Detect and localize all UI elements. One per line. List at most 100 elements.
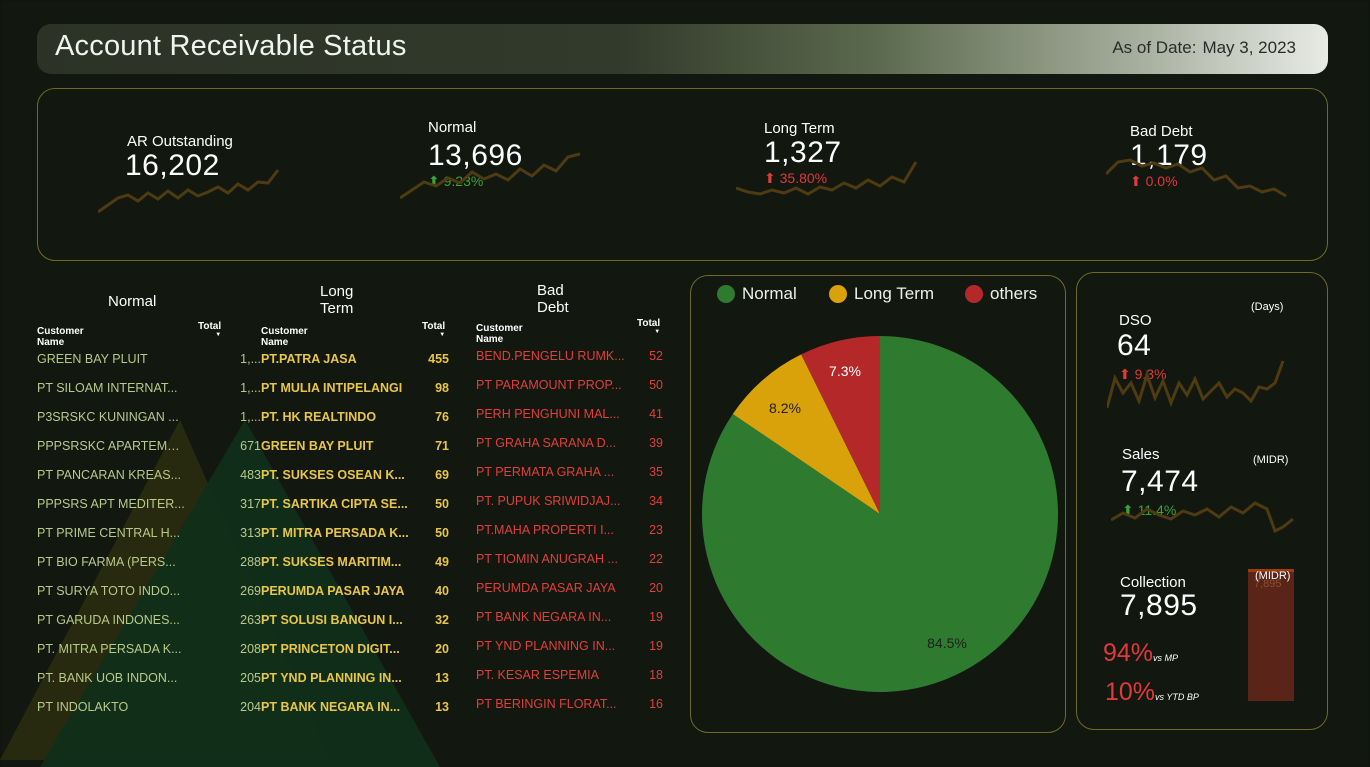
total-cell: 98 [435,381,449,395]
table-row[interactable]: PT PANCARAN KREAS... 483 [37,468,261,488]
sort-desc-icon[interactable]: ▼ [422,332,445,338]
pie-data-label: 7.3% [829,363,861,379]
total-cell: 13 [435,671,449,685]
customer-name-cell: PT SOLUSI BANGUN I... [261,613,403,627]
table-row[interactable]: PT PARAMOUNT PROP... 50 [476,378,663,398]
table-row[interactable]: PT PERMATA GRAHA ... 35 [476,465,663,485]
sort-desc-icon[interactable]: ▼ [637,329,660,335]
kpi-label: Long Term [764,120,835,137]
table-row[interactable]: PT SOLUSI BANGUN I... 32 [261,613,449,633]
table-row[interactable]: PT BIO FARMA (PERS... 288 [37,555,261,575]
kpi-ar-sparkline [98,169,280,214]
customer-name-cell: PT GARUDA INDONES... [37,613,180,627]
table-row[interactable]: GREEN BAY PLUIT 1,... [37,352,261,372]
table-row[interactable]: PPPSRSKC APARTEME... 671 [37,439,261,459]
customer-name-cell: PT SURYA TOTO INDO... [37,584,181,598]
table-row[interactable]: PERUMDA PASAR JAYA 40 [261,584,449,604]
dso-label: DSO [1119,312,1152,329]
kpi-bad-debt-sparkline [1106,158,1287,198]
customer-name-cell: PERH PENGHUNI MAL... [476,407,620,421]
table-row[interactable]: PT INDOLAKTO 204 [37,700,261,720]
customer-name-cell: PT GRAHA SARANA D... [476,436,617,450]
table-row[interactable]: PT. MITRA PERSADA K... 208 [37,642,261,662]
pie-chart: 84.5% 8.2% 7.3% [702,336,1058,692]
pie-panel: Normal Long Term others 84.5% 8.2% 7.3% [690,275,1066,733]
total-cell: 52 [649,349,663,363]
customer-name-cell: PPPSRS APT MEDITER... [37,497,185,511]
column-header-total-label: Total [422,321,446,332]
table-row[interactable]: PT GARUDA INDONES... 263 [37,613,261,633]
customer-name-cell: PT. SARTIKA CIPTA SE... [261,497,408,511]
customer-name-cell: PT. MITRA PERSADA K... [37,642,182,656]
customer-name-cell: PT. HK REALTINDO [261,410,377,424]
column-header-total[interactable]: Total ▼ [198,321,221,338]
customer-name-cell: PERUMDA PASAR JAYA [476,581,616,595]
table-row[interactable]: PT SILOAM INTERNAT... 1,... [37,381,261,401]
table-row[interactable]: PT. KESAR ESPEMIA 18 [476,668,663,688]
total-cell: 18 [649,668,663,682]
table-row[interactable]: PPPSRS APT MEDITER... 317 [37,497,261,517]
table-row[interactable]: PT. SARTIKA CIPTA SE... 50 [261,497,449,517]
table-row[interactable]: PT SURYA TOTO INDO... 269 [37,584,261,604]
customer-name-cell: PT PRIME CENTRAL H... [37,526,181,540]
table-row[interactable]: PT BANK NEGARA IN... 13 [261,700,449,720]
table-row[interactable]: PT YND PLANNING IN... 13 [261,671,449,691]
customer-name-cell: PT. SUKSES MARITIM... [261,555,402,569]
table-row[interactable]: PT. SUKSES MARITIM... 49 [261,555,449,575]
table-row[interactable]: PT. HK REALTINDO 76 [261,410,449,430]
total-cell: 313 [240,526,261,540]
table-row[interactable]: PERUMDA PASAR JAYA 20 [476,581,663,601]
table-row[interactable]: PT GRAHA SARANA D... 39 [476,436,663,456]
customer-name-cell: PT PERMATA GRAHA ... [476,465,615,479]
customer-name-cell: GREEN BAY PLUIT [37,352,148,366]
collection-value: 7,895 [1120,589,1198,622]
collection-bar[interactable]: 7,895 [1248,569,1294,701]
total-cell: 1,... [240,352,261,366]
table-row[interactable]: P3SRSKC KUNINGAN ... 1,... [37,410,261,430]
table-row[interactable]: PT YND PLANNING IN... 19 [476,639,663,659]
table-row[interactable]: PT. BANK UOB INDON... 205 [37,671,261,691]
column-header-customer-name[interactable]: Customer Name [37,326,84,348]
table-row[interactable]: PT. PUPUK SRIWIDJAJ... 34 [476,494,663,514]
total-cell: 32 [435,613,449,627]
total-cell: 1,... [240,410,261,424]
table-title: Long Term [320,283,354,317]
table-row[interactable]: GREEN BAY PLUIT 71 [261,439,449,459]
table-row[interactable]: PT BANK NEGARA IN... 19 [476,610,663,630]
table-row[interactable]: PT PRIME CENTRAL H... 313 [37,526,261,546]
table-title: Bad Debt [537,282,569,316]
total-cell: 263 [240,613,261,627]
total-cell: 671 [240,439,261,453]
column-header-total[interactable]: Total ▼ [422,321,445,338]
total-cell: 22 [649,552,663,566]
table-row[interactable]: PT. SUKSES OSEAN K... 69 [261,468,449,488]
column-header-customer-name[interactable]: Customer Name [476,323,523,345]
column-header-total-label: Total [637,318,661,329]
column-header-customer-name[interactable]: Customer Name [261,326,308,348]
total-cell: 455 [428,352,449,366]
table-row[interactable]: PT.PATRA JASA 455 [261,352,449,372]
customer-name-cell: PT. PUPUK SRIWIDJAJ... [476,494,621,508]
table-row[interactable]: PT.MAHA PROPERTI I... 23 [476,523,663,543]
total-cell: 71 [435,439,449,453]
customer-name-cell: PT SILOAM INTERNAT... [37,381,178,395]
customer-name-cell: PT PRINCETON DIGIT... [261,642,400,656]
table-row[interactable]: PT. MITRA PERSADA K... 50 [261,526,449,546]
table-row[interactable]: PT PRINCETON DIGIT... 20 [261,642,449,662]
table-row[interactable]: PT BERINGIN FLORAT... 16 [476,697,663,717]
sort-desc-icon[interactable]: ▼ [198,332,221,338]
collection-vs-ytd: 10%vs YTD BP [1105,678,1199,706]
table-row[interactable]: PT TIOMIN ANUGRAH ... 22 [476,552,663,572]
customer-name-cell: PT BIO FARMA (PERS... [37,555,176,569]
total-cell: 13 [435,700,449,714]
customer-name-cell: P3SRSKC KUNINGAN ... [37,410,179,424]
total-cell: 49 [435,555,449,569]
table-row[interactable]: PERH PENGHUNI MAL... 41 [476,407,663,427]
kpi-normal-sparkline [400,152,581,200]
as-of-date: As of Date: May 3, 2023 [1112,38,1296,58]
column-header-total[interactable]: Total ▼ [637,318,660,335]
table-row[interactable]: BEND.PENGELU RUMK... 52 [476,349,663,369]
customer-name-cell: PT. KESAR ESPEMIA [476,668,599,682]
total-cell: 317 [240,497,261,511]
table-row[interactable]: PT MULIA INTIPELANGI 98 [261,381,449,401]
